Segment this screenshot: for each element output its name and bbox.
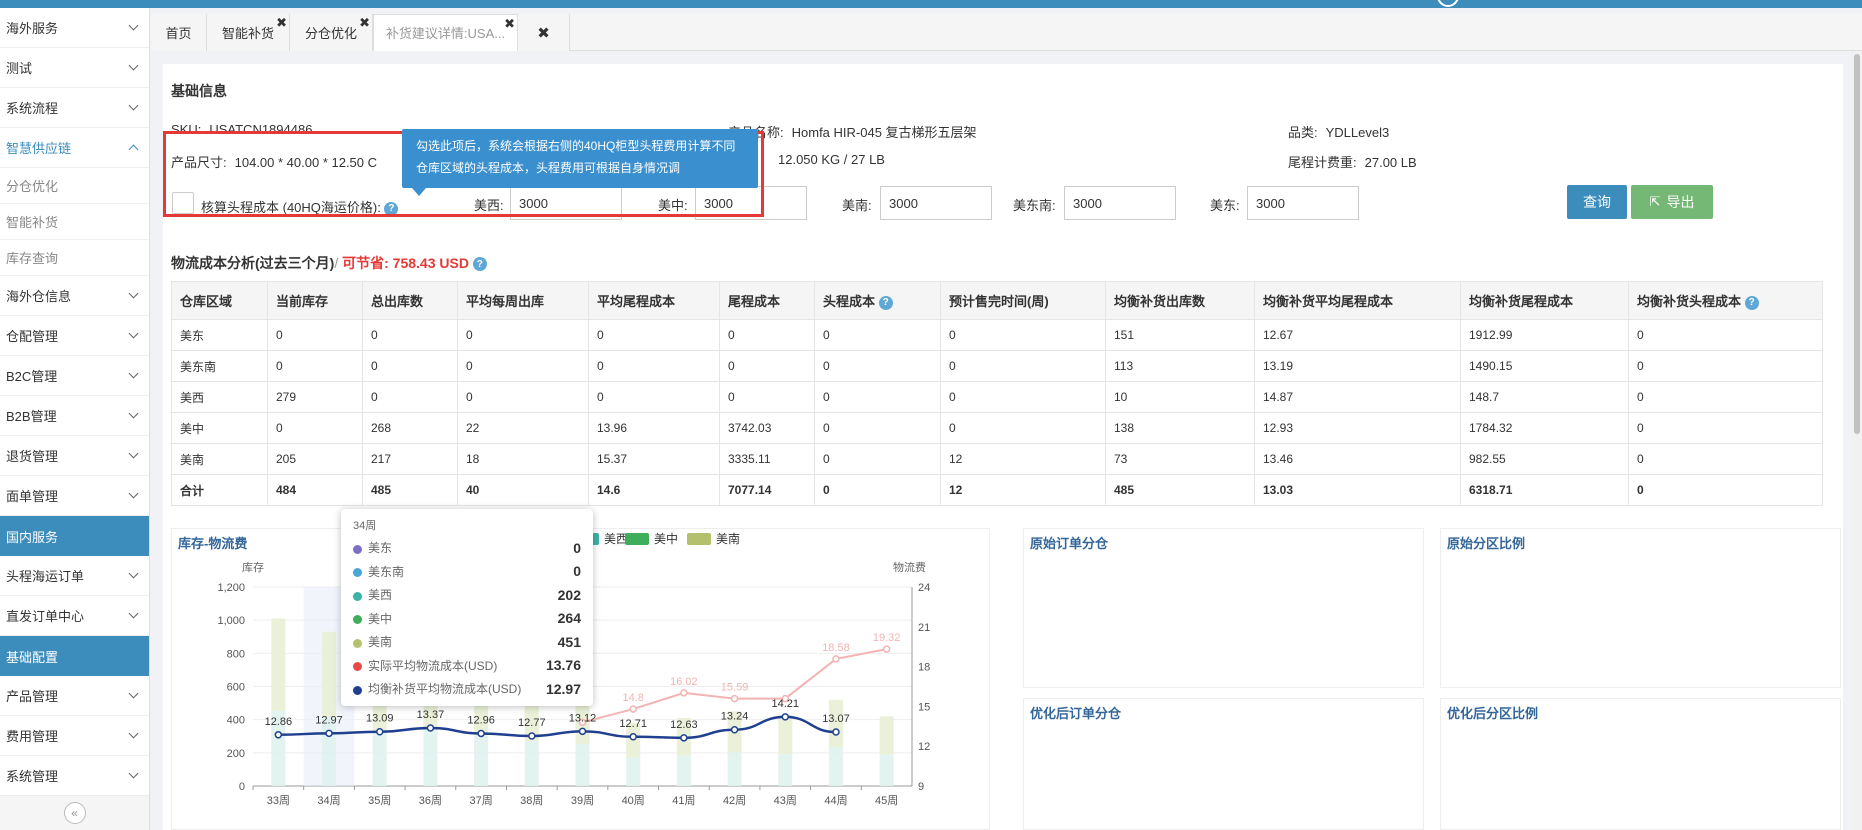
bar-segment (879, 716, 894, 755)
balanced-cost-point (274, 731, 283, 739)
legend-dot-icon (353, 685, 362, 695)
x-tick-label: 33周 (267, 794, 290, 807)
balanced-cost-point (730, 725, 739, 734)
tooltip-row: 均衡补货平均物流成本(USD) 12.97 (353, 677, 581, 701)
y-tick-label: 800 (227, 648, 245, 660)
y-tick-label: 600 (227, 682, 245, 694)
balanced-cost-label: 12.77 (518, 717, 546, 729)
chart-svg: 库存 物流费 0 200 400 600 800 1,000 1,200 9 12 15 18 21 24 3… (217, 531, 930, 807)
bar-segment (626, 757, 641, 786)
balanced-cost-point (680, 734, 688, 742)
bar-segment (879, 754, 894, 786)
actual-cost-point (680, 689, 688, 697)
y2-tick-label: 12 (918, 741, 930, 753)
tooltip-row: 美西 202 (353, 583, 581, 607)
actual-cost-point (730, 694, 739, 703)
x-tick-label: 37周 (469, 794, 492, 807)
legend-dot-icon (353, 638, 362, 648)
bar-segment (524, 741, 539, 786)
bar-segment (575, 744, 590, 786)
balanced-cost-point (325, 729, 333, 738)
balanced-cost-label: 13.09 (366, 713, 394, 725)
balanced-cost-point (832, 728, 840, 736)
balanced-cost-point (629, 733, 637, 741)
legend-label: 美中 (654, 531, 678, 546)
y2-tick-label: 9 (918, 781, 924, 793)
x-tick-label: 39周 (571, 794, 594, 807)
balanced-cost-label: 12.86 (265, 716, 293, 728)
legend-label: 美西 (604, 532, 628, 546)
legend-swatch (625, 533, 649, 545)
x-tick-label: 40周 (622, 794, 645, 807)
y2-axis-label: 物流费 (893, 560, 926, 574)
balanced-cost-label: 13.07 (822, 713, 850, 725)
tooltip-row: 美中 264 (353, 607, 581, 631)
balanced-cost-label: 13.24 (721, 711, 749, 723)
legend-dot-icon (353, 615, 362, 625)
balanced-cost-point (477, 729, 485, 738)
bar-segment (322, 716, 337, 786)
balanced-cost-label: 12.97 (315, 714, 343, 726)
legend-dot-icon (353, 591, 362, 601)
x-tick-label: 45周 (875, 794, 898, 807)
bar-segment (423, 728, 438, 786)
actual-cost-label: 14.8 (622, 692, 643, 704)
x-tick-label: 38周 (520, 794, 543, 807)
tooltip-row: 美南 451 (353, 630, 581, 654)
balanced-cost-point (528, 732, 536, 740)
legend-swatch (687, 533, 711, 545)
actual-cost-label: 15.59 (721, 682, 749, 694)
x-tick-label: 43周 (774, 794, 797, 807)
tooltip-row: 实际平均物流成本(USD) 13.76 (353, 654, 581, 678)
balanced-cost-point (781, 713, 790, 721)
legend-dot-icon (353, 662, 362, 672)
balanced-cost-label: 14.21 (772, 698, 800, 710)
balanced-cost-label: 13.37 (417, 709, 445, 721)
bar-segment (778, 753, 793, 786)
x-tick-label: 41周 (672, 794, 695, 807)
balanced-cost-label: 12.63 (670, 719, 698, 731)
y-tick-label: 1,200 (217, 582, 245, 594)
y-axis-label: 库存 (242, 560, 264, 574)
actual-cost-point (882, 645, 891, 653)
y-tick-label: 400 (227, 715, 245, 727)
y-tick-label: 1,000 (217, 615, 245, 627)
x-tick-label: 36周 (419, 794, 442, 807)
balanced-cost-label: 12.96 (467, 714, 495, 726)
bar-segment (727, 752, 742, 786)
tooltip-row: 美东南 0 (353, 560, 581, 584)
y2-tick-label: 24 (918, 582, 930, 594)
bar-segment (474, 733, 489, 786)
balanced-cost-point (375, 727, 384, 736)
legend-dot-icon (353, 544, 362, 554)
actual-cost-label: 16.02 (670, 676, 698, 688)
legend-dot-icon (353, 568, 362, 578)
bar-segment (322, 631, 337, 717)
x-tick-label: 34周 (317, 794, 340, 807)
actual-cost-label: 19.32 (873, 632, 901, 644)
y2-tick-label: 18 (918, 662, 930, 674)
balanced-cost-label: 13.12 (569, 712, 597, 724)
bar-segment (676, 755, 691, 786)
actual-cost-point (832, 655, 840, 663)
x-tick-label: 44周 (824, 794, 847, 807)
balanced-cost-point (426, 724, 435, 732)
y2-tick-label: 21 (918, 622, 930, 634)
chart-tooltip: 34周 美东 0 美东南 0 美西 202 美中 264 美南 451 实际平均物流成本(USD) 1… (341, 509, 593, 706)
legend-label: 美南 (716, 531, 740, 546)
y-tick-label: 200 (227, 748, 245, 760)
bar-segment (372, 731, 387, 786)
y-tick-label: 0 (239, 781, 245, 793)
bar-segment (828, 747, 843, 786)
balanced-cost-label: 12.71 (619, 718, 647, 730)
tooltip-row: 美东 0 (353, 536, 581, 560)
actual-cost-point (629, 705, 637, 713)
y2-tick-label: 15 (918, 701, 930, 713)
bar-segment (271, 618, 286, 711)
actual-cost-label: 18.58 (822, 642, 850, 654)
x-tick-label: 35周 (368, 794, 391, 807)
x-tick-label: 42周 (723, 794, 746, 807)
balanced-cost-point (578, 727, 587, 736)
